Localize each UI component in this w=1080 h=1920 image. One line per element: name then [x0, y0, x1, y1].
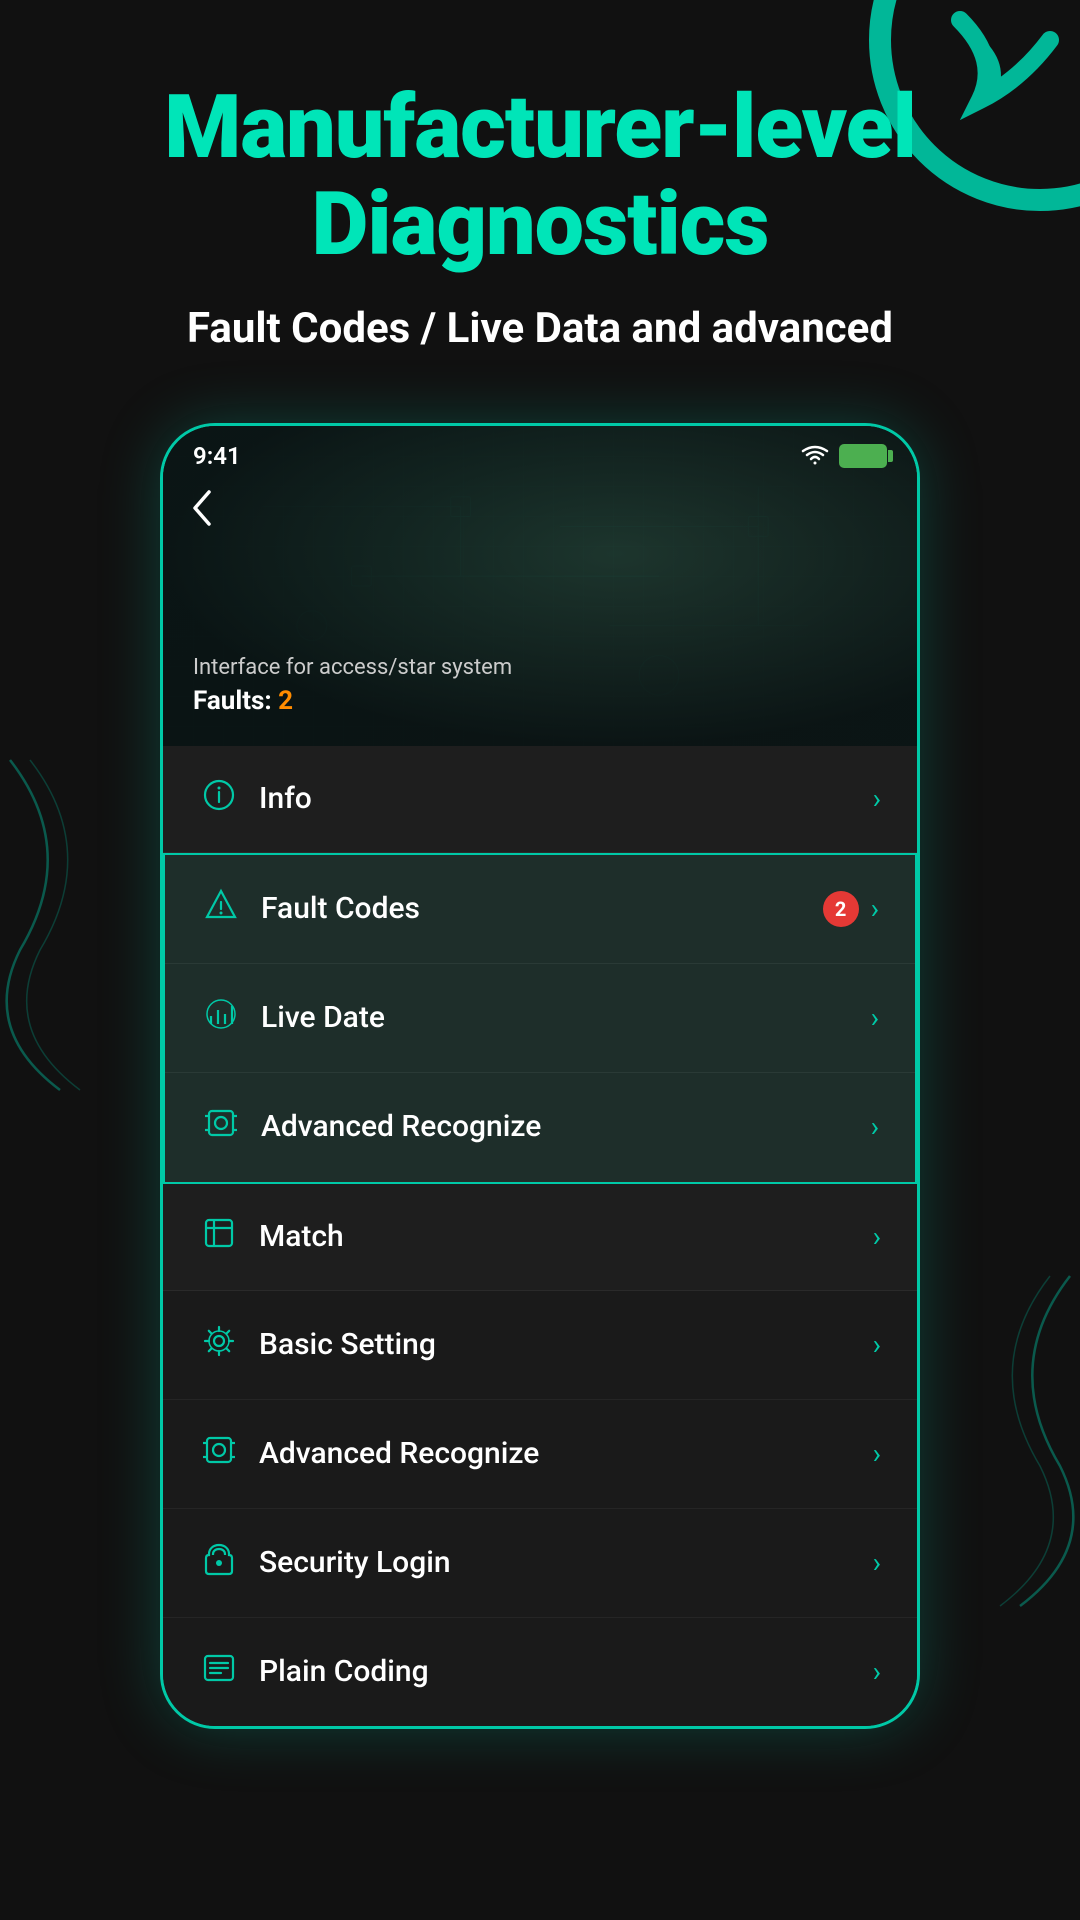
menu-item-basic-setting[interactable]: Basic Setting › — [163, 1291, 917, 1400]
back-button[interactable] — [187, 486, 215, 539]
advanced-recognize-top-label: Advanced Recognize — [261, 1109, 541, 1144]
basic-setting-label: Basic Setting — [259, 1327, 436, 1362]
advanced-recognize-icon — [199, 1432, 239, 1476]
menu-item-match[interactable]: Match › — [163, 1184, 917, 1291]
match-icon — [199, 1216, 239, 1258]
menu-item-info[interactable]: Info › — [163, 746, 917, 853]
menu-item-advanced-recognize[interactable]: Advanced Recognize › — [163, 1400, 917, 1509]
basic-setting-chevron: › — [873, 1328, 881, 1361]
info-label: Info — [259, 781, 312, 816]
fault-codes-badge: 2 — [823, 891, 859, 927]
header-title: Manufacturer-level Diagnostics — [60, 80, 1020, 274]
plain-coding-chevron: › — [873, 1655, 881, 1688]
info-icon — [199, 778, 239, 820]
plain-coding-label: Plain Coding — [259, 1654, 429, 1689]
advanced-recognize-label: Advanced Recognize — [259, 1436, 539, 1471]
title-line2: Diagnostics — [311, 173, 768, 276]
security-login-chevron: › — [873, 1546, 881, 1579]
fault-count: 2 — [278, 686, 293, 716]
live-date-label: Live Date — [261, 1000, 385, 1035]
security-login-label: Security Login — [259, 1545, 451, 1580]
advanced-recognize-top-chevron: › — [871, 1110, 879, 1143]
deco-curve-right — [960, 1266, 1080, 1620]
match-chevron: › — [873, 1220, 881, 1253]
plain-coding-icon — [199, 1650, 239, 1694]
fault-codes-icon — [201, 887, 241, 931]
match-label: Match — [259, 1219, 344, 1254]
wifi-icon — [801, 445, 829, 467]
menu-item-live-date[interactable]: Live Date › — [165, 964, 915, 1073]
live-date-icon — [201, 996, 241, 1040]
phone-mockup: 9:41 — [160, 423, 920, 1729]
deco-curve-left — [0, 750, 120, 1104]
info-chevron: › — [873, 782, 881, 815]
menu-item-advanced-recognize-highlighted[interactable]: Advanced Recognize › — [165, 1073, 915, 1182]
menu-item-plain-coding[interactable]: Plain Coding › — [163, 1618, 917, 1726]
menu-item-fault-codes[interactable]: Fault Codes 2 › — [165, 855, 915, 964]
battery-icon — [839, 444, 887, 468]
header-subtitle: Fault Codes / Live Data and advanced — [60, 304, 1020, 353]
menu-item-security-login[interactable]: Security Login › — [163, 1509, 917, 1618]
title-line1: Manufacturer-level — [164, 76, 916, 179]
phone-header-text: Interface for access/star system Faults:… — [193, 655, 512, 716]
advanced-recognize-chevron: › — [873, 1437, 881, 1470]
fault-codes-label: Fault Codes — [261, 891, 420, 926]
advanced-recognize-top-icon — [201, 1105, 241, 1149]
status-time: 9:41 — [193, 442, 241, 470]
fault-codes-chevron: › — [871, 892, 879, 925]
live-date-chevron: › — [871, 1001, 879, 1034]
faults-label: Faults: 2 — [193, 686, 512, 716]
security-login-icon — [199, 1541, 239, 1585]
status-bar: 9:41 — [163, 426, 917, 486]
phone-header-image: 9:41 — [163, 426, 917, 746]
basic-setting-icon — [199, 1323, 239, 1367]
header: Manufacturer-level Diagnostics Fault Cod… — [0, 0, 1080, 373]
interface-label: Interface for access/star system — [193, 655, 512, 680]
status-icons — [801, 444, 887, 468]
